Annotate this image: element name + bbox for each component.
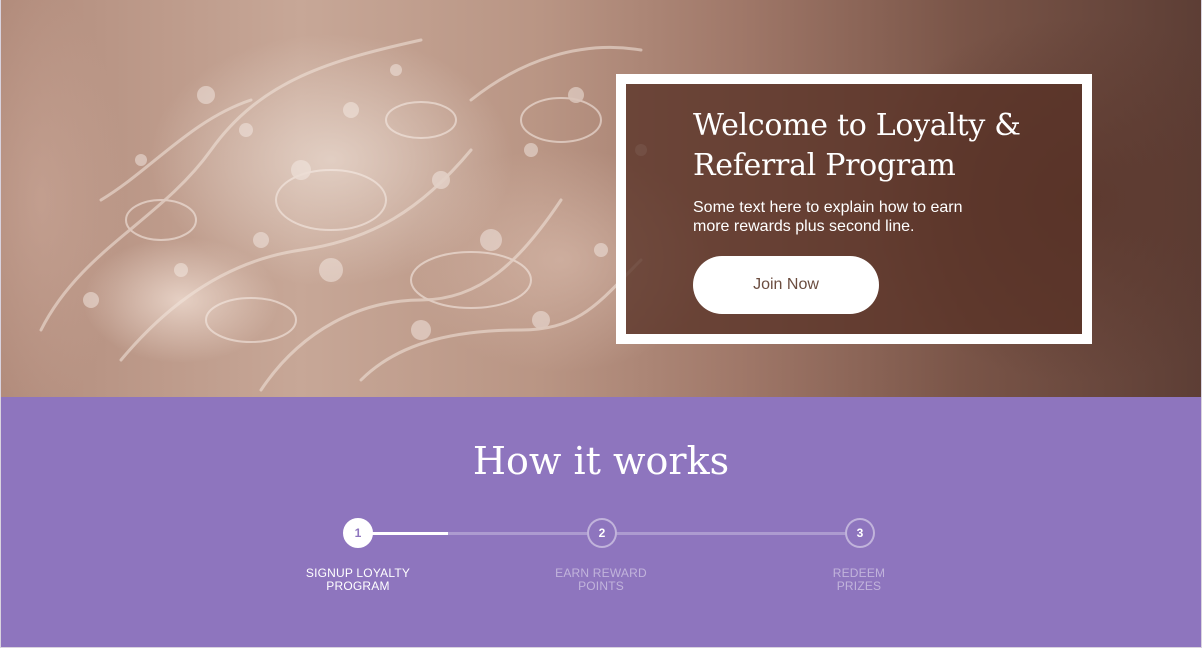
loyalty-landing-page: Welcome to Loyalty & Referral Program So… (0, 0, 1202, 648)
promo-description: Some text here to explain how to earn mo… (693, 199, 963, 235)
how-it-works-title: How it works (472, 439, 730, 483)
step-1-circle[interactable]: 1 (343, 518, 373, 548)
step-2-label: EARN REWARD POINTS (555, 566, 647, 593)
promo-card: Welcome to Loyalty & Referral Program So… (616, 74, 1092, 344)
step-3-label: REDEEM PRIZES (832, 566, 886, 593)
join-now-button[interactable]: Join Now (693, 256, 879, 314)
how-it-works-section: How it works 1 2 3 SIGNUP LOYALTY PROGRA… (1, 397, 1201, 647)
step-3-circle[interactable]: 3 (845, 518, 875, 548)
step-1-label: SIGNUP LOYALTY PROGRAM (305, 566, 411, 593)
step-2-circle[interactable]: 2 (587, 518, 617, 548)
hero-section: Welcome to Loyalty & Referral Program So… (1, 0, 1201, 397)
promo-title: Welcome to Loyalty & Referral Program (693, 108, 1021, 183)
